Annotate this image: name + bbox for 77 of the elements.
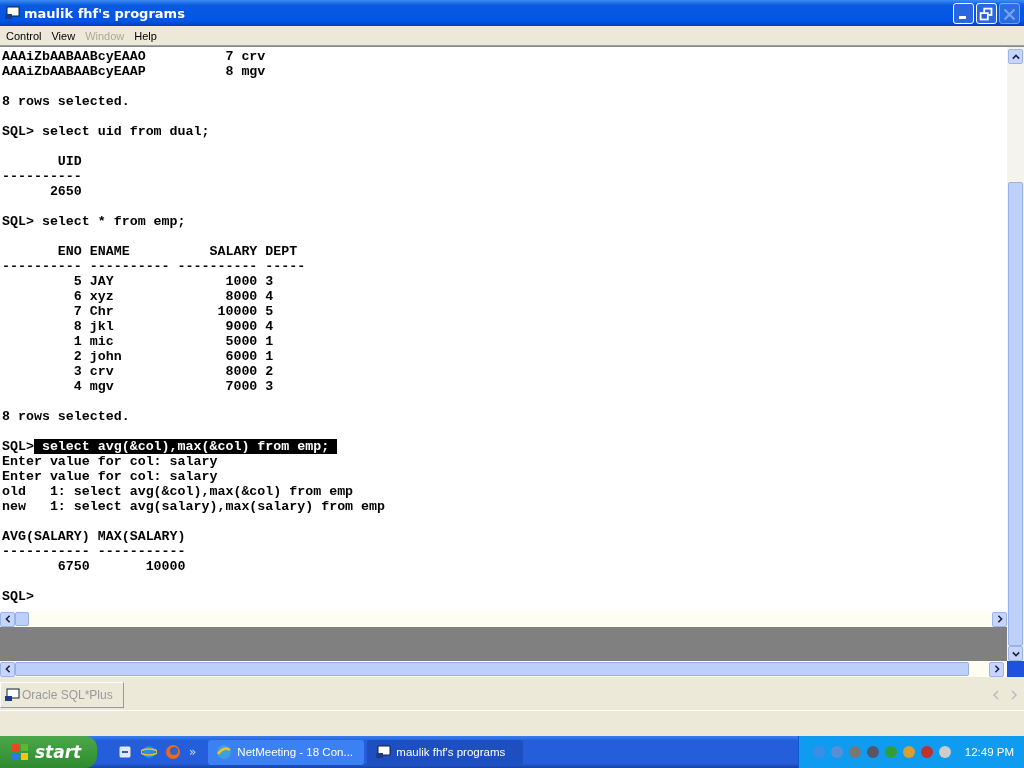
scroll-thumb[interactable]	[15, 662, 969, 676]
chevron-left-icon	[3, 665, 12, 673]
console-line: 8 jkl 9000 4	[72, 319, 274, 334]
overflow-chevron[interactable]: »	[189, 745, 197, 759]
four-color-flag-icon	[10, 742, 30, 762]
console-line: old 1: select avg(&col),max(&col) from emp	[2, 484, 354, 499]
scroll-right-button[interactable]	[989, 661, 1004, 677]
console-line: AVG(SALARY) MAX(SALARY)	[2, 529, 186, 544]
console-line: 8 rows selected.	[2, 94, 130, 109]
fox-browser-icon[interactable]	[165, 744, 181, 760]
console-line: 4 mgv 7000 3	[72, 379, 274, 394]
horizontal-scrollbar[interactable]	[0, 611, 1007, 627]
start-button[interactable]: start	[0, 736, 97, 768]
console-window-icon	[4, 687, 20, 703]
menu-item[interactable]: Help	[130, 29, 163, 42]
scroll-left-button[interactable]	[0, 661, 15, 677]
desktop-icon[interactable]	[117, 744, 133, 760]
tray-icon[interactable]	[828, 744, 845, 760]
tray-icon[interactable]	[810, 744, 827, 760]
console-window-icon	[375, 744, 392, 760]
console-line: 3 crv 8000 2	[72, 364, 274, 379]
console-line: ----------	[2, 169, 82, 184]
console-line: ENO ENAME SALARY DEPT	[56, 244, 298, 259]
console-line: 2 john 6000 1	[72, 349, 274, 364]
globe-icon	[216, 744, 233, 760]
tab-scroll-arrows-icon	[990, 688, 1020, 702]
chevron-left-icon	[3, 615, 12, 623]
console-line: new 1: select avg(salary),max(salary) from emp	[2, 499, 385, 514]
scroll-right-button[interactable]	[992, 611, 1007, 627]
clock: 12:49 PM	[964, 746, 1014, 758]
console-line: 6 xyz 8000 4	[72, 289, 274, 304]
tray-icon[interactable]	[864, 744, 881, 760]
restore-button[interactable]	[976, 2, 997, 24]
sql-prompt: SQL>	[2, 439, 34, 454]
console-line: UID	[56, 154, 82, 169]
chevron-right-icon	[995, 615, 1004, 623]
tray-icon[interactable]	[936, 744, 953, 760]
scrollbar-corner	[1007, 661, 1024, 677]
console-line: 7 Chr 10000 5	[72, 304, 274, 319]
console-line: 6750 10000	[56, 559, 186, 574]
scroll-thumb[interactable]	[15, 612, 29, 626]
console-line: SQL> select uid from dual;	[2, 124, 210, 139]
console-line: Enter value for col: salary	[2, 469, 218, 484]
console-line: 8 rows selected.	[2, 409, 130, 424]
window-title: maulik fhf's programs	[24, 5, 185, 21]
menu-item[interactable]: Control	[2, 29, 48, 42]
scroll-thumb[interactable]	[1008, 182, 1023, 646]
console-line: ---------- ---------- ---------- -----	[2, 259, 306, 274]
chevron-up-icon	[1011, 52, 1020, 61]
console-line: 1 mic 5000 1	[72, 334, 274, 349]
console-line: 2650	[48, 184, 82, 199]
selected-text: select avg(&col),max(&col) from emp;	[33, 439, 338, 454]
scroll-down-button[interactable]	[1008, 646, 1023, 661]
chevron-down-icon	[1011, 649, 1020, 658]
minimize-icon	[959, 15, 966, 19]
console-line: AAAiZbAABAABcyEAAO 7 crv	[2, 49, 266, 64]
console-line: SQL>	[2, 589, 34, 604]
chevron-right-icon	[992, 665, 1001, 673]
console-window-icon	[4, 5, 20, 21]
tray-icon[interactable]	[846, 744, 863, 760]
taskbar-button[interactable]: maulik fhf's programs	[367, 739, 524, 765]
menu-item[interactable]: View	[47, 29, 82, 42]
tray-icon[interactable]	[900, 744, 917, 760]
browser-icon[interactable]	[141, 744, 157, 760]
tray-icon[interactable]	[882, 744, 899, 760]
console-line: ----------- -----------	[2, 544, 186, 559]
tray-icon[interactable]	[918, 744, 935, 760]
minimize-button[interactable]	[953, 2, 974, 24]
console-line: AAAiZbAABAABcyEAAP 8 mgv	[2, 64, 266, 79]
console-line: Enter value for col: salary	[2, 454, 218, 469]
console-line: SQL> select * from emp;	[2, 214, 186, 229]
horizontal-scrollbar[interactable]	[0, 661, 1024, 677]
scroll-up-button[interactable]	[1008, 49, 1023, 64]
scroll-left-button[interactable]	[0, 611, 15, 627]
vertical-scrollbar[interactable]	[1007, 47, 1024, 661]
taskbar-button[interactable]: NetMeeting - 18 Con...	[208, 739, 365, 765]
console-line: 5 JAY 1000 3	[72, 274, 274, 289]
